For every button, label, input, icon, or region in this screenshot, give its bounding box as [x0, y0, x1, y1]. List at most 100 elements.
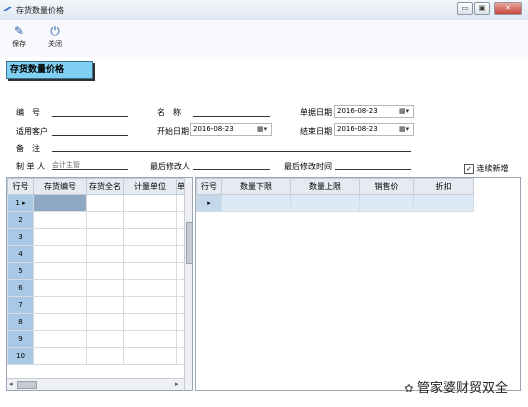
- table-cell[interactable]: [123, 330, 177, 348]
- table-cell[interactable]: [33, 211, 87, 229]
- horizontal-scrollbar[interactable]: ◂ ▸: [7, 378, 184, 390]
- vertical-scrollbar[interactable]: [184, 178, 192, 390]
- right-grid[interactable]: 行号 数量下限 数量上限 销售价 折扣 ▸: [195, 177, 521, 391]
- table-cell[interactable]: [86, 245, 124, 263]
- table-cell[interactable]: [123, 279, 177, 297]
- table-cell[interactable]: [123, 245, 177, 263]
- table-cell[interactable]: [86, 194, 124, 212]
- table-cell[interactable]: [33, 296, 87, 314]
- doc-date-label: 单据日期: [300, 108, 332, 117]
- table-cell[interactable]: [123, 347, 177, 365]
- close-window-button[interactable]: ✕: [494, 2, 522, 15]
- code-field[interactable]: [52, 107, 128, 117]
- table-cell[interactable]: [290, 194, 360, 212]
- col-header-unit[interactable]: 计量单位: [123, 178, 177, 195]
- save-button[interactable]: ✎ 保存: [6, 23, 32, 55]
- table-cell[interactable]: [123, 194, 177, 212]
- start-date-value: 2016-08-23: [193, 125, 234, 133]
- table-cell[interactable]: [86, 347, 124, 365]
- end-date-picker[interactable]: 2016-08-23 ▦▾: [334, 123, 414, 136]
- modifier-field: [193, 160, 270, 170]
- table-cell[interactable]: [33, 347, 87, 365]
- table-cell[interactable]: [86, 279, 124, 297]
- creator-value: 会计主管: [52, 161, 80, 169]
- table-cell[interactable]: [86, 228, 124, 246]
- watermark-text: 管家婆财贸双全: [416, 381, 508, 396]
- row-number: 3: [7, 228, 34, 246]
- table-cell[interactable]: [123, 262, 177, 280]
- calendar-dropdown-icon[interactable]: ▦▾: [399, 125, 412, 134]
- scroll-right-icon[interactable]: ▸: [175, 380, 179, 388]
- table-row[interactable]: 4: [7, 245, 185, 263]
- creator-field: 会计主管: [52, 160, 128, 170]
- table-row[interactable]: 7: [7, 296, 185, 314]
- checkmark-icon: ✓: [464, 163, 474, 174]
- end-date-value: 2016-08-23: [337, 125, 378, 133]
- power-icon: ⏻: [50, 24, 60, 38]
- col-header-sale-price[interactable]: 销售价: [359, 178, 414, 195]
- hscroll-thumb[interactable]: [17, 381, 37, 389]
- table-row[interactable]: 10: [7, 347, 185, 365]
- table-cell[interactable]: [221, 194, 291, 212]
- row-number: 1 ▸: [7, 194, 34, 212]
- table-cell[interactable]: [86, 313, 124, 331]
- table-row[interactable]: 8: [7, 313, 185, 331]
- row-number: 5: [7, 262, 34, 280]
- left-grid[interactable]: 行号 存货编号 存货全名 计量单位 单 1 ▸ 2 3 4 5 6 7 8 9 10 ◂ ▸: [6, 177, 193, 391]
- col-header-qty-max[interactable]: 数量上限: [290, 178, 360, 195]
- table-cell[interactable]: [33, 194, 87, 212]
- col-header-item-name[interactable]: 存货全名: [86, 178, 124, 195]
- table-row[interactable]: ▸: [196, 194, 474, 212]
- table-cell[interactable]: [33, 330, 87, 348]
- start-date-picker[interactable]: 2016-08-23 ▦▾: [190, 123, 272, 136]
- continuous-add-checkbox[interactable]: ✓ 连续新增: [464, 163, 509, 174]
- maximize-button[interactable]: ▣: [474, 2, 490, 15]
- note-label: 备 注: [16, 144, 40, 153]
- close-button[interactable]: ⏻ 关闭: [42, 23, 68, 55]
- note-field[interactable]: [52, 142, 411, 152]
- col-header-row-no[interactable]: 行号: [196, 178, 222, 195]
- modified-time-label: 最后修改时间: [284, 162, 332, 171]
- table-cell[interactable]: [86, 296, 124, 314]
- table-row[interactable]: 6: [7, 279, 185, 297]
- table-cell[interactable]: [86, 262, 124, 280]
- col-header-discount[interactable]: 折扣: [413, 178, 474, 195]
- table-cell[interactable]: [123, 228, 177, 246]
- close-label: 关闭: [48, 40, 62, 48]
- table-cell[interactable]: [359, 194, 414, 212]
- doc-date-picker[interactable]: 2016-08-23 ▦▾: [334, 105, 414, 118]
- customer-field[interactable]: [52, 126, 128, 136]
- creator-label: 制 单 人: [16, 162, 46, 171]
- table-cell[interactable]: [123, 313, 177, 331]
- minimize-button[interactable]: ▭: [457, 2, 473, 15]
- page-title: 存货数量价格: [6, 61, 93, 79]
- table-cell[interactable]: [33, 245, 87, 263]
- doc-date-value: 2016-08-23: [337, 107, 378, 115]
- table-cell[interactable]: [86, 330, 124, 348]
- col-header-qty-min[interactable]: 数量下限: [221, 178, 291, 195]
- row-number: 10: [7, 347, 34, 365]
- name-label: 名 称: [157, 108, 181, 117]
- table-cell[interactable]: [33, 228, 87, 246]
- table-row[interactable]: 5: [7, 262, 185, 280]
- table-cell[interactable]: [413, 194, 474, 212]
- window-title: 存货数量价格: [16, 6, 64, 15]
- col-header-row-no[interactable]: 行号: [7, 178, 34, 195]
- table-row[interactable]: 1 ▸: [7, 194, 185, 212]
- table-row[interactable]: 2: [7, 211, 185, 229]
- scroll-left-icon[interactable]: ◂: [9, 380, 13, 388]
- table-row[interactable]: 9: [7, 330, 185, 348]
- table-cell[interactable]: [123, 211, 177, 229]
- calendar-dropdown-icon[interactable]: ▦▾: [257, 125, 270, 134]
- table-row[interactable]: 3: [7, 228, 185, 246]
- table-cell[interactable]: [33, 262, 87, 280]
- table-cell[interactable]: [86, 211, 124, 229]
- table-cell[interactable]: [33, 279, 87, 297]
- table-cell[interactable]: [123, 296, 177, 314]
- table-cell[interactable]: [33, 313, 87, 331]
- col-header-item-code[interactable]: 存货编号: [33, 178, 87, 195]
- name-field[interactable]: [193, 107, 270, 117]
- scrollbar-thumb[interactable]: [186, 222, 192, 264]
- calendar-dropdown-icon[interactable]: ▦▾: [399, 107, 412, 116]
- row-number: 8: [7, 313, 34, 331]
